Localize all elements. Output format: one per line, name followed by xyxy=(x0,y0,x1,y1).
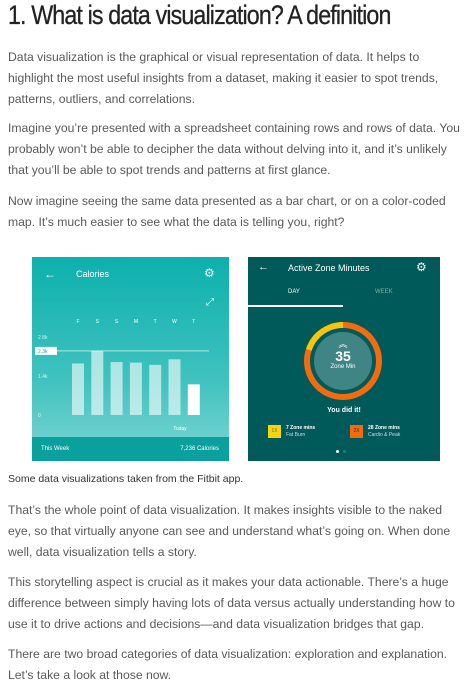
tab-week[interactable]: WEEK xyxy=(375,289,393,295)
tick-label: 2.3k xyxy=(38,349,48,355)
message: You did it! xyxy=(327,407,361,414)
bar xyxy=(129,362,142,415)
paragraph: Imagine you’re presented with a spreadsh… xyxy=(8,121,460,177)
bar xyxy=(168,359,181,415)
day-label: S xyxy=(115,319,119,325)
calories-bar-chart: F S S M T W T 2.8k 2.3k 1.4k 0 Today xyxy=(35,319,209,432)
day-label: T xyxy=(154,319,157,325)
page-title: 1. What is data visualization? A definit… xyxy=(8,0,392,30)
legend-1-line1: 7 Zone mins xyxy=(286,425,316,431)
page-dot-active[interactable] xyxy=(336,450,339,453)
bar xyxy=(187,384,200,415)
page-dot[interactable] xyxy=(343,450,346,453)
legend-1-line2: Fat Burn xyxy=(286,432,306,438)
back-arrow-icon: ← xyxy=(258,261,269,273)
zone-unit: Zone Min xyxy=(330,364,356,370)
day-label: M xyxy=(134,319,138,325)
badge-1x: 1X xyxy=(268,425,281,438)
zone-value: 35 xyxy=(335,348,351,364)
tick-label: 1.4k xyxy=(38,374,48,380)
bar xyxy=(91,350,104,415)
image-caption: Some data visualizations taken from the … xyxy=(8,473,244,485)
legend-2-line2: Cardio & Peak xyxy=(368,432,401,438)
day-label: T xyxy=(192,319,195,325)
legend-2-line1: 28 Zone mins xyxy=(368,425,400,431)
badge-2x: 2X xyxy=(350,425,363,438)
bar xyxy=(110,362,123,415)
paragraph: This storytelling aspect is crucial as i… xyxy=(8,575,455,631)
gear-icon: ⚙ xyxy=(416,260,427,274)
paragraph: Now imagine seeing the same data present… xyxy=(8,194,446,229)
calories-screenshot: ← Calories ⚙ ⤢ F S S M T W T 2.8k 2.3k 1.4k 0 Today… xyxy=(32,257,229,461)
day-label: W xyxy=(172,319,177,325)
tab-day[interactable]: DAY xyxy=(288,289,300,295)
day-label: F xyxy=(76,319,79,325)
tab-indicator xyxy=(248,305,343,307)
zone-ring: ︽ 35 Zone Min xyxy=(304,322,382,400)
paragraph: There are two broad categories of data v… xyxy=(8,647,448,682)
bar xyxy=(72,363,84,415)
footer-left: This Week xyxy=(41,446,70,452)
chevrons-icon: ︽ xyxy=(338,339,348,349)
azm-title: Active Zone Minutes xyxy=(288,263,370,273)
tick-label: 0 xyxy=(38,413,41,419)
paragraph: That’s the whole point of data visualiza… xyxy=(8,503,451,559)
footer-right: 7,236 Calories xyxy=(180,446,219,452)
active-zone-minutes-screenshot: ← Active Zone Minutes ⚙ DAY WEEK ︽ 35 Zo… xyxy=(248,257,440,461)
day-label: S xyxy=(96,319,100,325)
bar xyxy=(149,364,162,415)
today-label: Today xyxy=(173,426,187,432)
tick-label: 2.8k xyxy=(38,335,48,341)
paragraph: Data visualization is the graphical or v… xyxy=(8,50,439,106)
